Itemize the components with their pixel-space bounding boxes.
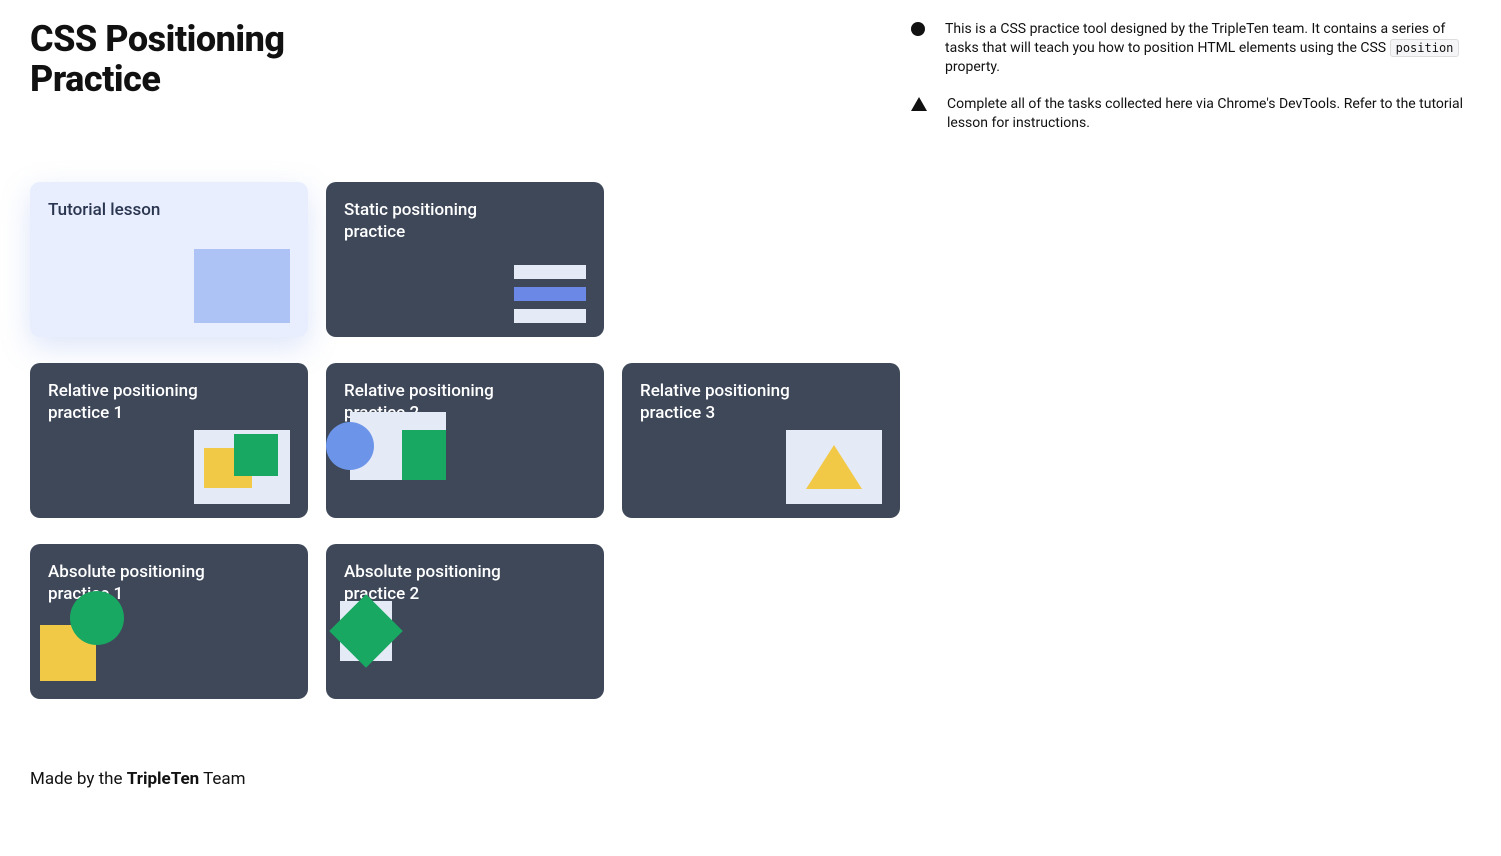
- note-text: Complete all of the tasks collected here…: [947, 95, 1471, 133]
- note-item: This is a CSS practice tool designed by …: [911, 20, 1471, 77]
- card-art-static: [514, 265, 586, 323]
- card-relative-3[interactable]: Relative positioning practice 3: [622, 363, 900, 518]
- card-art-abs2: [326, 591, 406, 671]
- yellow-triangle-icon: [806, 445, 862, 489]
- card-tutorial-lesson[interactable]: Tutorial lesson: [30, 182, 308, 337]
- blue-box-icon: [194, 249, 290, 323]
- panel-icon: [194, 430, 290, 504]
- footer-prefix: Made by the: [30, 769, 127, 789]
- page-title: CSS Positioning Practice: [30, 20, 390, 99]
- card-title: Relative positioning practice 1: [48, 381, 228, 424]
- card-relative-2[interactable]: Relative positioning practice 2: [326, 363, 604, 518]
- card-relative-1[interactable]: Relative positioning practice 1: [30, 363, 308, 518]
- notes-panel: This is a CSS practice tool designed by …: [911, 20, 1471, 132]
- bar-icon: [514, 309, 586, 323]
- circle-bullet-icon: [911, 22, 925, 36]
- card-title: Relative positioning practice 3: [640, 381, 820, 424]
- card-art-rel2: [326, 410, 446, 490]
- blue-circle-icon: [326, 422, 374, 470]
- card-art-tutorial: [194, 249, 290, 323]
- panel-icon: [786, 430, 882, 504]
- note-text: This is a CSS practice tool designed by …: [945, 20, 1471, 77]
- footer-suffix: Team: [199, 769, 245, 789]
- bar-icon: [514, 265, 586, 279]
- card-title: Static positioning practice: [344, 200, 524, 243]
- green-square-icon: [402, 430, 446, 480]
- card-absolute-2[interactable]: Absolute positioning practice 2: [326, 544, 604, 699]
- cards-grid: Tutorial lesson Static positioning pract…: [30, 182, 1471, 699]
- footer-brand: TripleTen: [127, 769, 199, 789]
- triangle-bullet-icon: [911, 97, 927, 111]
- card-title: Tutorial lesson: [48, 200, 228, 221]
- card-static-positioning[interactable]: Static positioning practice: [326, 182, 604, 337]
- note1-prefix: This is a CSS practice tool designed by …: [945, 21, 1445, 56]
- green-circle-icon: [70, 591, 124, 645]
- card-art-rel3: [786, 430, 882, 504]
- card-absolute-1[interactable]: Absolute positioning practice 1: [30, 544, 308, 699]
- card-art-rel1: [194, 430, 290, 504]
- cards-row: Relative positioning practice 1 Relative…: [30, 363, 1471, 518]
- bar-icon: [514, 287, 586, 301]
- footer: Made by the TripleTen Team: [30, 769, 1471, 789]
- cards-row: Tutorial lesson Static positioning pract…: [30, 182, 1471, 337]
- cards-row: Absolute positioning practice 1 Absolute…: [30, 544, 1471, 699]
- card-art-abs1: [30, 591, 130, 681]
- green-square-icon: [234, 434, 278, 476]
- code-position: position: [1390, 39, 1460, 57]
- header-row: CSS Positioning Practice This is a CSS p…: [30, 20, 1471, 132]
- note-item: Complete all of the tasks collected here…: [911, 95, 1471, 133]
- note1-suffix: property.: [945, 59, 1000, 75]
